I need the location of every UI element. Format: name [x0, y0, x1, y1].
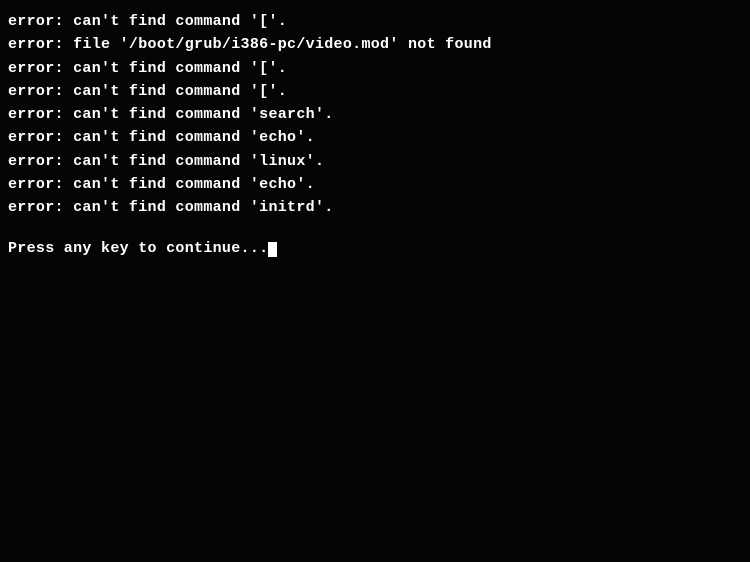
- terminal-cursor: [268, 242, 277, 257]
- error-line-2: error: can't find command '['.: [8, 57, 742, 80]
- error-line-4: error: can't find command 'search'.: [8, 103, 742, 126]
- error-line-7: error: can't find command 'echo'.: [8, 173, 742, 196]
- error-line-1: error: file '/boot/grub/i386-pc/video.mo…: [8, 33, 742, 56]
- error-lines-container: error: can't find command '['.error: fil…: [8, 10, 742, 219]
- terminal-screen: error: can't find command '['.error: fil…: [0, 0, 750, 562]
- error-line-6: error: can't find command 'linux'.: [8, 150, 742, 173]
- press-any-key-line: Press any key to continue...: [8, 237, 742, 260]
- error-line-3: error: can't find command '['.: [8, 80, 742, 103]
- error-line-5: error: can't find command 'echo'.: [8, 126, 742, 149]
- error-line-8: error: can't find command 'initrd'.: [8, 196, 742, 219]
- error-line-0: error: can't find command '['.: [8, 10, 742, 33]
